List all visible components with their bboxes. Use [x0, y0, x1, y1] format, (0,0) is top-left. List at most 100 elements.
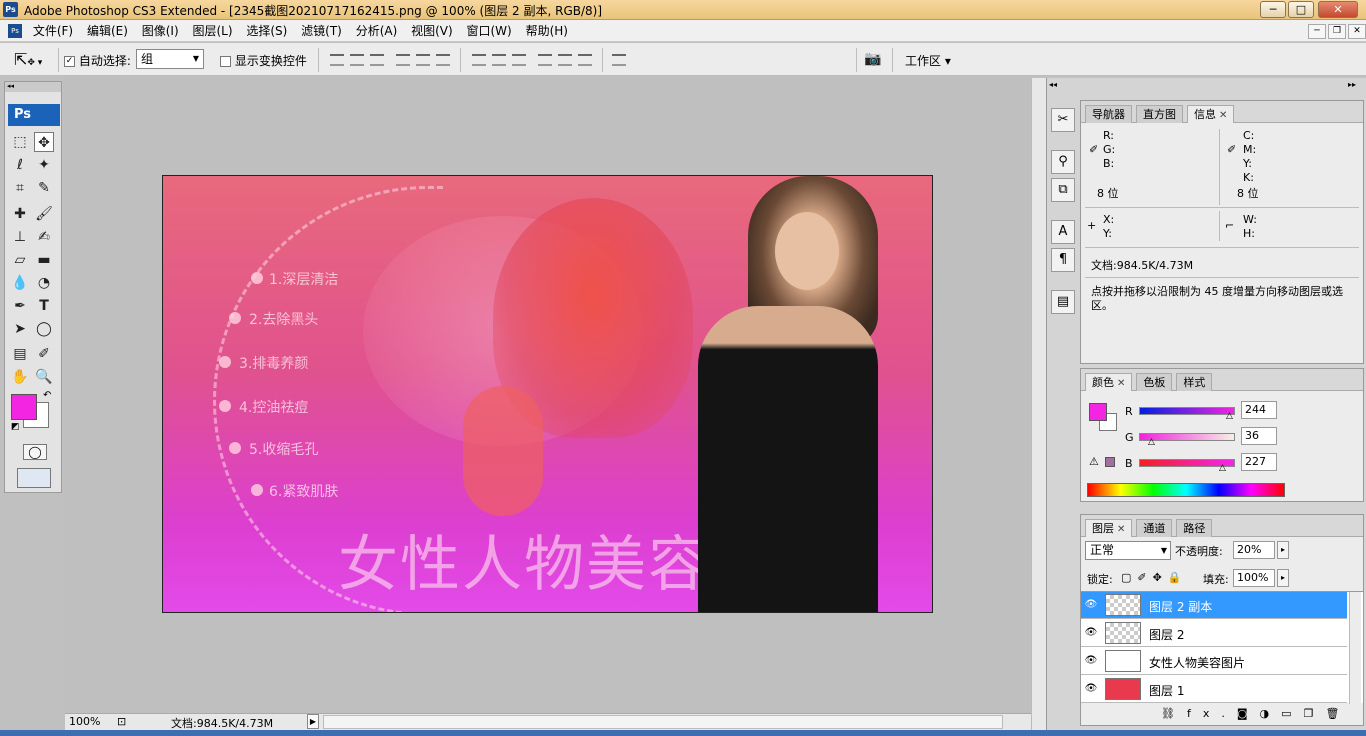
ps-menu-icon[interactable]: Ps — [8, 24, 22, 38]
b-slider-handle[interactable]: △ — [1219, 463, 1226, 473]
warning-icon[interactable]: ⚠ — [1089, 455, 1099, 468]
layer-row[interactable]: 👁 图层 2 副本 — [1081, 592, 1347, 619]
menu-window[interactable]: 窗口(W) — [462, 20, 517, 42]
hand-tool-icon[interactable]: ✋ — [10, 367, 30, 387]
status-menu-arrow[interactable]: ▶ — [307, 714, 319, 729]
dock-collapse-icon[interactable]: ◂◂ — [1049, 80, 1057, 89]
eye-icon[interactable]: 👁 — [1084, 655, 1098, 667]
eye-icon[interactable]: 👁 — [1084, 599, 1098, 611]
r-slider[interactable] — [1139, 407, 1235, 415]
move-tool-preset-icon[interactable]: ⇱✥ ▾ — [14, 50, 42, 69]
eye-icon[interactable]: 👁 — [1084, 627, 1098, 639]
fill-arrow[interactable]: ▸ — [1277, 569, 1289, 587]
g-value-input[interactable]: 36 — [1241, 427, 1277, 445]
fg-color-swatch[interactable] — [1089, 403, 1107, 421]
zoom-level[interactable]: 100% — [69, 715, 100, 728]
g-slider-handle[interactable]: △ — [1148, 437, 1155, 447]
lock-icons[interactable]: ▢✐✥🔒 — [1121, 571, 1188, 584]
blend-mode-dropdown[interactable]: 正常 ▼ — [1085, 541, 1171, 560]
eyedropper-icon[interactable]: ✐ — [34, 344, 54, 364]
foreground-color-swatch[interactable] — [11, 394, 37, 420]
doc-minimize-button[interactable]: ─ — [1308, 24, 1326, 39]
menu-file[interactable]: 文件(F) — [28, 20, 78, 42]
type-tool-icon[interactable]: T — [34, 296, 54, 316]
close-icon[interactable]: ✕ — [1117, 378, 1125, 389]
tab-color[interactable]: 颜色 ✕ — [1085, 373, 1133, 391]
adjustment-icon[interactable]: ◑ — [1260, 707, 1282, 720]
align-top-icon[interactable] — [330, 54, 344, 66]
screen-mode-icon[interactable] — [17, 468, 51, 488]
maximize-button[interactable]: □ — [1288, 1, 1314, 18]
tab-info[interactable]: 信息 ✕ — [1187, 105, 1235, 123]
zoom-tool-icon[interactable]: 🔍 — [34, 367, 54, 387]
align-bottom-icon[interactable] — [370, 54, 384, 66]
tab-navigator[interactable]: 导航器 — [1085, 105, 1132, 123]
quick-mask-icon[interactable]: ◯ — [23, 444, 47, 460]
auto-align-icon[interactable] — [612, 54, 626, 66]
tab-paths[interactable]: 路径 — [1176, 519, 1213, 537]
doc-close-button[interactable]: ✕ — [1348, 24, 1366, 39]
menu-select[interactable]: 选择(S) — [241, 20, 292, 42]
gamut-swatch[interactable] — [1105, 457, 1115, 467]
auto-select-checkbox[interactable]: ✓ — [64, 56, 75, 67]
document-canvas[interactable]: 1.深层清洁 2.去除黑头 3.排毒养颜 4.控油祛痘 5.收缩毛孔 6.紧致肌… — [162, 175, 933, 613]
group-icon[interactable]: ▭ — [1281, 707, 1303, 720]
fill-input[interactable]: 100% — [1233, 569, 1275, 587]
toolbox-collapse-icon[interactable]: ◂◂ — [5, 82, 61, 92]
default-colors-icon[interactable]: ◩ — [11, 422, 20, 432]
close-button[interactable]: ✕ — [1318, 1, 1358, 18]
menu-layer[interactable]: 图层(L) — [187, 20, 237, 42]
crop-tool-icon[interactable]: ⌗ — [10, 178, 30, 198]
mask-icon[interactable]: ◙ — [1237, 707, 1260, 720]
tab-swatches[interactable]: 色板 — [1136, 373, 1173, 391]
r-slider-handle[interactable]: △ — [1226, 411, 1233, 421]
trash-icon[interactable]: 🗑 — [1325, 707, 1351, 720]
brush-tool-icon[interactable]: 🖌 — [34, 204, 54, 224]
layer-comps-icon[interactable]: ▤ — [1051, 290, 1075, 314]
layer-row[interactable]: 👁 图层 2 — [1081, 620, 1347, 647]
tab-styles[interactable]: 样式 — [1176, 373, 1213, 391]
menu-edit[interactable]: 编辑(E) — [82, 20, 133, 42]
menu-filter[interactable]: 滤镜(T) — [296, 20, 347, 42]
marquee-tool-icon[interactable]: ⬚ — [10, 132, 30, 152]
magic-wand-icon[interactable]: ✦ — [34, 155, 54, 175]
blur-tool-icon[interactable]: 💧 — [10, 273, 30, 293]
distribute-top-icon[interactable] — [472, 54, 486, 66]
menu-view[interactable]: 视图(V) — [406, 20, 458, 42]
new-layer-icon[interactable]: ❐ — [1304, 707, 1326, 720]
workspace-button[interactable]: 工作区 ▾ — [905, 52, 951, 69]
panels-collapse-icon[interactable]: ▸▸ — [1348, 80, 1356, 89]
r-value-input[interactable]: 244 — [1241, 401, 1277, 419]
paragraph-icon[interactable]: ¶ — [1051, 248, 1075, 272]
ellipse-tool-icon[interactable]: ◯ — [34, 319, 54, 339]
opacity-input[interactable]: 20% — [1233, 541, 1275, 559]
clone-source-icon[interactable]: ⧉ — [1051, 178, 1075, 202]
clone-stamp-icon[interactable]: ⊥ — [10, 227, 30, 247]
close-icon[interactable]: ✕ — [1117, 524, 1125, 535]
horizontal-scrollbar[interactable] — [323, 715, 1003, 729]
character-icon[interactable]: A — [1051, 220, 1075, 244]
bridge-icon[interactable]: 📷 — [864, 51, 881, 67]
auto-select-dropdown[interactable]: 组 ▼ — [136, 49, 204, 69]
slice-tool-icon[interactable]: ✎ — [34, 178, 54, 198]
show-transform-checkbox[interactable] — [220, 56, 231, 67]
align-vcenter-icon[interactable] — [350, 54, 364, 66]
distribute-right-icon[interactable] — [578, 54, 592, 66]
move-tool-icon[interactable]: ✥ — [34, 132, 54, 152]
link-icon[interactable]: ⛓ — [1161, 707, 1187, 720]
doc-restore-button[interactable]: ❐ — [1328, 24, 1346, 39]
distribute-left-icon[interactable] — [538, 54, 552, 66]
tab-layers[interactable]: 图层 ✕ — [1085, 519, 1133, 537]
vertical-scrollbar[interactable] — [1031, 78, 1046, 730]
distribute-vcenter-icon[interactable] — [492, 54, 506, 66]
fx-icon[interactable]: fx. — [1187, 707, 1237, 720]
opacity-arrow[interactable]: ▸ — [1277, 541, 1289, 559]
align-right-icon[interactable] — [436, 54, 450, 66]
dodge-tool-icon[interactable]: ◔ — [34, 273, 54, 293]
menu-help[interactable]: 帮助(H) — [521, 20, 573, 42]
gradient-tool-icon[interactable]: ▬ — [34, 250, 54, 270]
notes-tool-icon[interactable]: ▤ — [10, 344, 30, 364]
tools-preset-icon[interactable]: ✂ — [1051, 108, 1075, 132]
history-brush-icon[interactable]: ✍ — [34, 227, 54, 247]
pen-tool-icon[interactable]: ✒ — [10, 296, 30, 316]
